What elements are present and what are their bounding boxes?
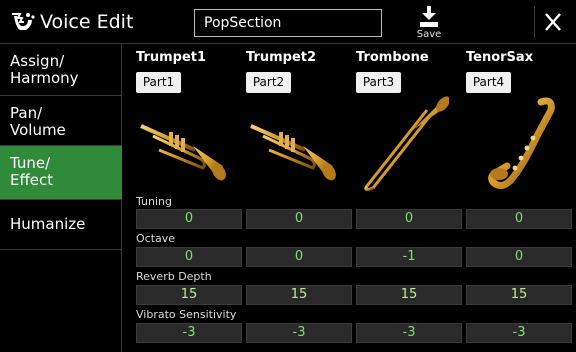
instrument-name: Trumpet1 [136,50,207,65]
sidebar: Assign/ Harmony Pan/ Volume Tune/ Effect… [0,44,122,352]
param-label-reverb-depth: Reverb Depth [136,270,212,283]
reverb-depth-value[interactable]: 15 [246,285,352,305]
header-bar: Voice Edit PopSection Save [0,0,576,44]
octave-value[interactable]: 0 [466,247,572,267]
part-button[interactable]: Part3 [356,72,401,93]
reverb-depth-value[interactable]: 15 [356,285,462,305]
octave-value[interactable]: 0 [136,247,242,267]
trumpet-icon [250,124,336,181]
trumpet-icon [140,124,226,181]
tuning-value[interactable]: 0 [466,209,572,229]
voice-edit-icon [12,13,35,30]
part-button[interactable]: Part4 [466,72,511,93]
instrument-name: Trombone [356,50,429,65]
vibrato-sensitivity-value[interactable]: -3 [466,323,572,343]
tuning-value[interactable]: 0 [246,209,352,229]
sidebar-item-tune-effect[interactable]: Tune/ Effect [0,146,122,200]
sidebar-item-pan-volume[interactable]: Pan/ Volume [0,96,122,146]
sidebar-item-assign-harmony[interactable]: Assign/ Harmony [0,44,122,96]
page-title: Voice Edit [40,11,134,33]
reverb-depth-value[interactable]: 15 [136,285,242,305]
param-label-tuning: Tuning [136,195,173,208]
param-label-vibrato-sensitivity: Vibrato Sensitivity [136,308,237,321]
close-button[interactable] [534,6,570,38]
save-icon [420,6,438,27]
param-label-octave: Octave [136,232,176,245]
trombone-icon [364,96,449,192]
octave-value[interactable]: -1 [356,247,462,267]
close-icon [545,13,561,31]
part-edit-panel: Trumpet1 Part1 Trumpet2 Part2 Trombone P… [123,44,576,352]
instrument-name: Trumpet2 [246,50,317,65]
vibrato-sensitivity-value[interactable]: -3 [246,323,352,343]
octave-value[interactable]: 0 [246,247,352,267]
tuning-value[interactable]: 0 [136,209,242,229]
vibrato-sensitivity-value[interactable]: -3 [136,323,242,343]
part-button[interactable]: Part2 [246,72,291,93]
vibrato-sensitivity-value[interactable]: -3 [356,323,462,343]
voice-name-field[interactable]: PopSection [194,9,382,37]
reverb-depth-value[interactable]: 15 [466,285,572,305]
save-label: Save [416,29,442,40]
tuning-value[interactable]: 0 [356,209,462,229]
sidebar-item-humanize[interactable]: Humanize [0,200,122,250]
save-button[interactable]: Save [408,4,450,42]
part-button[interactable]: Part1 [136,72,181,93]
saxophone-icon [488,97,555,189]
instrument-name: TenorSax [466,50,534,65]
